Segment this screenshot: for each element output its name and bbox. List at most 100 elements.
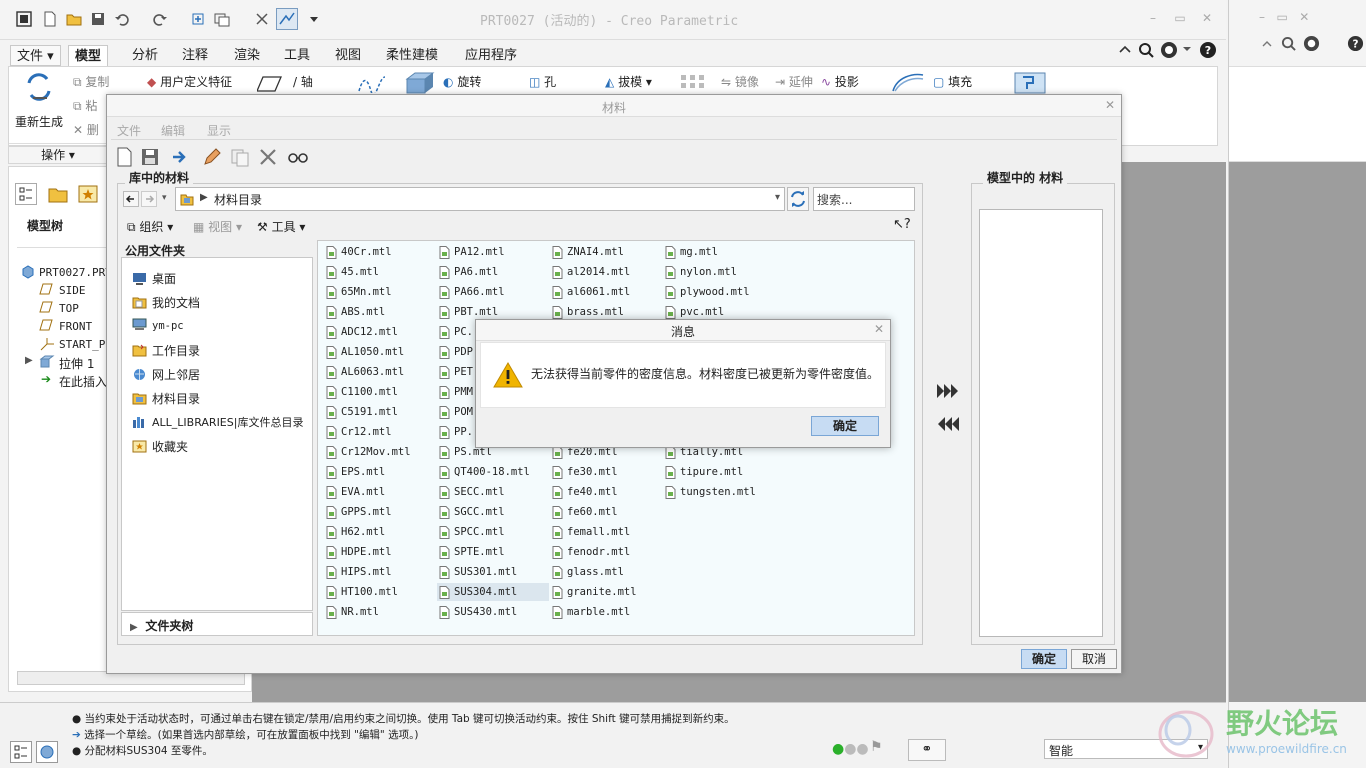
material-file-item[interactable]: GPPS.mtl [324,503,436,521]
favorite-favorites[interactable]: 收藏夹 [132,438,188,455]
organize-button[interactable]: ⧉ 组织 ▾ [127,218,173,235]
draft-button[interactable]: ◭ 拔模 ▾ [605,73,652,90]
toggle-navigator-icon[interactable] [10,741,32,763]
material-file-item[interactable]: PA66.mtl [437,283,549,301]
tree-item-csys[interactable]: START_P [59,338,105,351]
remove-from-model-icon[interactable] [935,415,961,433]
extend-button[interactable]: ⇥ 延伸 [775,73,813,90]
material-file-item[interactable]: SGCC.mtl [437,503,549,521]
hole-button[interactable]: ◫ 孔 [529,73,556,90]
project-button[interactable]: ∿ 投影 [821,73,859,90]
material-file-item[interactable]: C5191.mtl [324,403,436,421]
dialog-close-button[interactable]: ✕ [1105,98,1115,112]
new-file-icon[interactable] [42,11,58,27]
collapse-ribbon-icon[interactable] [1261,38,1273,50]
tab-file[interactable]: 文件 ▾ [10,45,61,66]
toggle-browser-icon[interactable] [36,741,58,763]
save-icon[interactable] [90,11,106,27]
save-material-icon[interactable] [139,147,161,167]
tab-applications[interactable]: 应用程序 [459,45,523,66]
context-help-icon[interactable]: ↖? [893,217,911,232]
material-file-item[interactable]: PA6.mtl [437,263,549,281]
edit-material-icon[interactable] [201,147,223,167]
ok-button[interactable]: 确定 [1021,649,1067,669]
material-file-item[interactable]: ABS.mtl [324,303,436,321]
close-window-icon[interactable] [254,11,270,27]
material-file-item[interactable]: NR.mtl [324,603,436,621]
material-file-item[interactable]: fe40.mtl [550,483,662,501]
favorite-my-documents[interactable]: 我的文档 [132,294,200,311]
minimize-button[interactable]: – [1146,11,1160,25]
collapse-ribbon-icon[interactable] [1118,42,1132,56]
search-icon[interactable] [1281,36,1296,51]
undo-icon[interactable] [114,11,130,27]
search-input[interactable]: 搜索... [813,187,915,211]
chevron-down-icon[interactable] [1182,44,1192,54]
material-file-item[interactable]: femall.mtl [550,523,662,541]
expand-icon[interactable]: ▶ [25,355,33,366]
material-file-item[interactable]: SPTE.mtl [437,543,549,561]
menu-file[interactable]: 文件 [117,122,141,139]
component-interface-icon[interactable] [1013,71,1047,95]
history-dropdown-icon[interactable]: ▾ [162,193,167,203]
tab-annotate[interactable]: 注释 [176,45,214,66]
forward-icon[interactable] [141,191,157,207]
delete-button[interactable]: ✕ 删 [73,121,99,138]
material-file-item[interactable]: nylon.mtl [663,263,775,281]
pattern-icon[interactable] [679,73,707,91]
model-tree-tab-icon[interactable] [15,183,37,205]
find-button[interactable]: ⚭ [908,739,946,761]
user-defined-feature-button[interactable]: ◆ 用户定义特征 [147,73,232,90]
material-file-item[interactable]: plywood.mtl [663,283,775,301]
material-file-item[interactable]: fe60.mtl [550,503,662,521]
sketch-icon[interactable] [357,73,387,93]
tab-render[interactable]: 渲染 [228,45,266,66]
message-ok-button[interactable]: 确定 [811,416,879,436]
boundary-blend-icon[interactable] [891,71,925,93]
flag-icon[interactable]: ⚑ [870,739,883,755]
favorite-computer[interactable]: ym-pc [132,318,184,332]
material-file-item[interactable]: mg.mtl [663,243,775,261]
material-file-item[interactable]: AL1050.mtl [324,343,436,361]
material-file-item[interactable]: SECC.mtl [437,483,549,501]
favorites-tab-icon[interactable] [77,183,99,205]
material-file-item[interactable]: Cr12.mtl [324,423,436,441]
tab-flexible-modeling[interactable]: 柔性建模 [380,45,444,66]
cancel-button[interactable]: 取消 [1071,649,1117,669]
back-icon[interactable] [123,191,139,207]
maximize-button[interactable]: ▭ [1173,11,1187,25]
material-file-item[interactable]: 65Mn.mtl [324,283,436,301]
material-file-item[interactable]: QT400-18.mtl [437,463,549,481]
material-file-item[interactable]: marble.mtl [550,603,662,621]
favorite-network[interactable]: 网上邻居 [132,366,200,383]
material-file-item[interactable]: ADC12.mtl [324,323,436,341]
tree-item-top[interactable]: TOP [59,302,79,315]
help-icon[interactable]: ? [1347,35,1364,52]
material-file-item[interactable]: al6061.mtl [550,283,662,301]
material-file-item[interactable]: tungsten.mtl [663,483,775,501]
material-file-item[interactable]: HDPE.mtl [324,543,436,561]
material-file-item[interactable]: H62.mtl [324,523,436,541]
close-button[interactable]: ✕ [1200,11,1214,25]
material-file-item[interactable]: glass.mtl [550,563,662,581]
fill-button[interactable]: ▢ 填充 [933,73,972,90]
material-file-item[interactable]: PA12.mtl [437,243,549,261]
material-file-item[interactable]: EVA.mtl [324,483,436,501]
tab-tools[interactable]: 工具 [278,45,316,66]
app-menu-icon[interactable] [16,11,32,27]
sketch-quick-icon[interactable] [276,8,298,30]
copy-button[interactable]: ⧉ 复制 [73,73,109,90]
tools-button[interactable]: ⚒ 工具 ▾ [257,218,305,235]
plane-icon[interactable] [257,75,283,93]
regenerate-label[interactable]: 重新生成 [15,113,63,130]
view-material-icon[interactable] [287,147,309,167]
material-file-item[interactable]: HIPS.mtl [324,563,436,581]
material-file-item[interactable]: HT100.mtl [324,583,436,601]
tab-model[interactable]: 模型 [68,45,109,66]
material-file-item[interactable]: ZNAI4.mtl [550,243,662,261]
customize-toolbar-icon[interactable] [306,11,322,27]
material-file-item[interactable]: C1100.mtl [324,383,436,401]
message-close-button[interactable]: ✕ [874,322,884,336]
folder-browser-tab-icon[interactable] [47,183,69,205]
redo-icon[interactable] [152,11,168,27]
